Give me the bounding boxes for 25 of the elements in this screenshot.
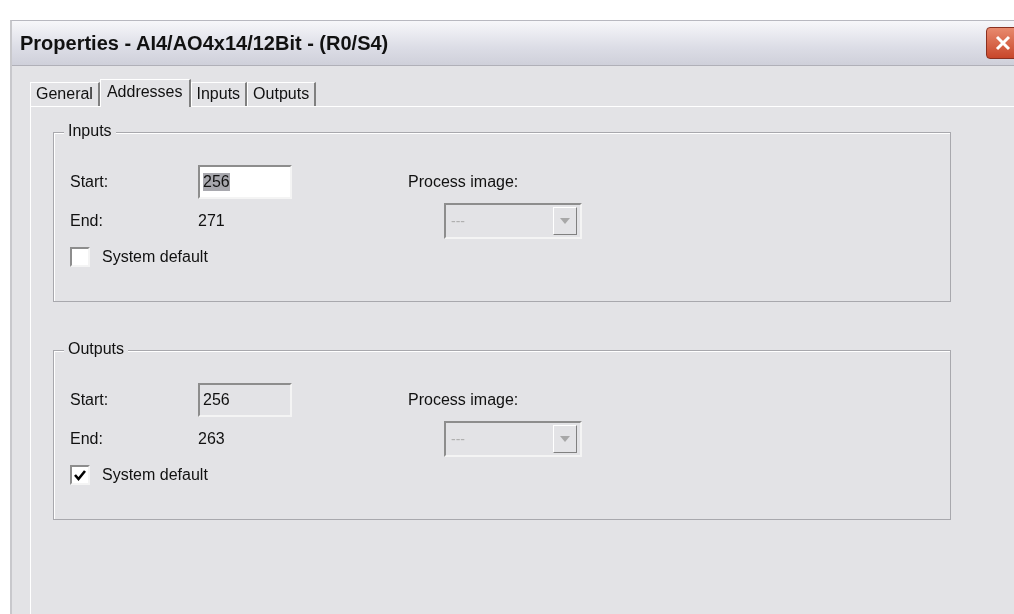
end-value: 263 [198,430,226,448]
close-button[interactable] [986,27,1014,59]
end-label: End: [70,430,104,448]
process-image-label: Process image: [408,391,520,409]
start-field[interactable]: 256 [198,165,292,199]
process-image-label: Process image: [408,173,520,191]
tab[interactable]: General [30,82,100,106]
caret-icon [560,218,570,224]
start-label: Start: [70,391,110,409]
close-icon [994,34,1012,52]
window-title: Properties - AI4/AO4x14/12Bit - (R0/S4) [19,31,389,55]
end-label: End: [70,212,104,230]
tab[interactable]: Inputs [190,82,248,106]
checkbox[interactable] [70,247,90,267]
checkbox-label: System default [102,466,208,484]
group-title: Outputs [64,340,129,358]
checkbox-label: System default [102,248,208,266]
tab[interactable]: Addresses [99,79,191,107]
start-label: Start: [70,173,110,191]
check-icon [73,468,87,482]
checkbox[interactable] [70,465,90,485]
caret-icon [560,436,570,442]
group-title: Inputs [64,122,116,140]
tab[interactable]: Outputs [247,82,317,106]
end-value: 271 [198,212,226,230]
